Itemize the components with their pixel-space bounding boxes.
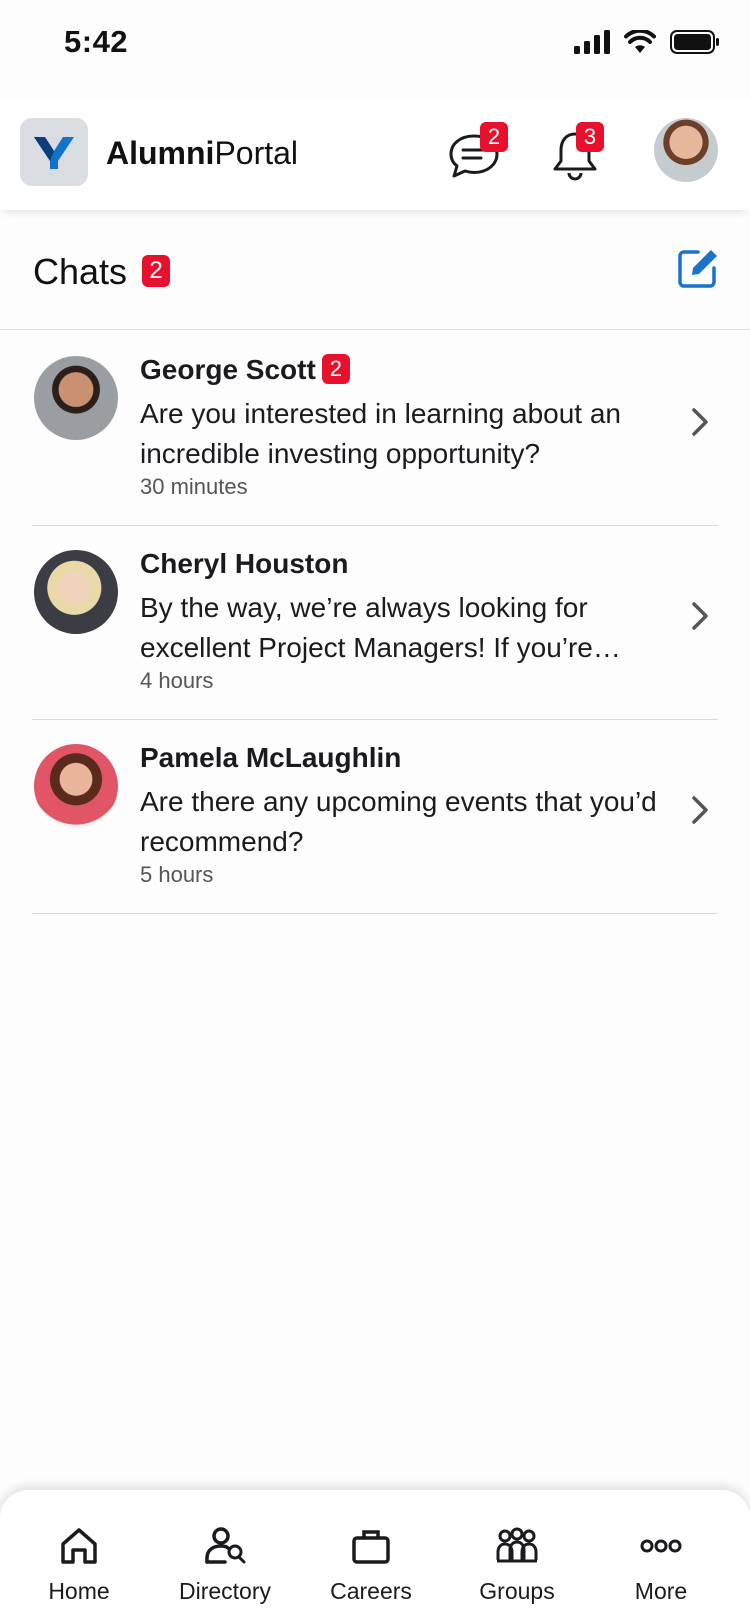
- more-icon: [640, 1539, 682, 1553]
- chat-item-george-scott[interactable]: George Scott 2 Are you interested in lear…: [32, 332, 718, 526]
- app-header: AlumniPortal 2 3: [0, 98, 750, 210]
- chats-screen: 5:42 AlumniPortal 2 3 Chats 2 George Sco…: [0, 0, 750, 1624]
- notifications-badge: 3: [576, 122, 604, 152]
- message-preview: By the way, we’re always looking for exc…: [140, 592, 621, 663]
- app-title: AlumniPortal: [106, 135, 299, 171]
- avatar: [34, 550, 118, 634]
- message-preview: Are you interested in learning about an …: [140, 398, 621, 469]
- messages-badge: 2: [480, 122, 508, 152]
- cellular-signal-icon: [574, 30, 610, 54]
- message-time: 30 minutes: [140, 474, 248, 499]
- nav-item-home[interactable]: Home: [4, 1490, 154, 1624]
- chats-header: Chats 2: [0, 218, 750, 330]
- briefcase-icon: [352, 1530, 390, 1564]
- battery-icon: [670, 30, 719, 54]
- message-time: 5 hours: [140, 862, 214, 887]
- avatar: [34, 744, 118, 828]
- messages-button[interactable]: 2: [446, 122, 510, 186]
- avatar: [34, 356, 118, 440]
- chevron-right-icon: [692, 408, 708, 436]
- nav-item-directory[interactable]: Directory: [150, 1490, 300, 1624]
- nav-label: More: [634, 1578, 688, 1604]
- status-icons: [574, 30, 720, 54]
- logo-y-icon: [34, 137, 74, 169]
- notifications-button[interactable]: 3: [546, 122, 610, 186]
- nav-item-groups[interactable]: Groups: [442, 1490, 592, 1624]
- directory-icon: [205, 1527, 246, 1564]
- unread-badge: 2: [321, 354, 350, 384]
- message-time: 4 hours: [140, 668, 214, 693]
- app-logo[interactable]: [20, 118, 88, 186]
- wifi-icon: [624, 30, 656, 53]
- nav-item-more[interactable]: More: [586, 1490, 736, 1624]
- nav-label: Directory: [178, 1578, 271, 1604]
- compose-icon[interactable]: [676, 246, 720, 290]
- bottom-nav: Home Directory Careers Groups More: [0, 1490, 750, 1624]
- nav-label: Home: [48, 1578, 110, 1604]
- chat-item-cheryl-houston[interactable]: Cheryl Houston By the way, we’re always …: [32, 526, 718, 720]
- status-time: 5:42: [64, 24, 129, 59]
- user-avatar[interactable]: [654, 118, 718, 182]
- nav-item-careers[interactable]: Careers: [296, 1490, 446, 1624]
- home-icon: [61, 1528, 97, 1564]
- nav-label: Groups: [479, 1578, 555, 1604]
- contact-name: Pamela McLaughlin: [140, 742, 402, 773]
- contact-name: Cheryl Houston: [140, 548, 349, 579]
- groups-icon: [496, 1527, 538, 1563]
- chevron-right-icon: [692, 602, 708, 630]
- chats-unread-badge: 2: [142, 255, 170, 287]
- chat-item-pamela-mclaughlin[interactable]: Pamela McLaughlin Are there any upcoming…: [32, 720, 718, 914]
- status-bar: 5:42: [0, 0, 750, 90]
- contact-name: George Scott 2: [140, 354, 350, 386]
- page-title: Chats: [33, 251, 128, 292]
- message-preview: Are there any upcoming events that you’d…: [140, 786, 657, 857]
- nav-label: Careers: [330, 1578, 412, 1604]
- chevron-right-icon: [692, 796, 708, 824]
